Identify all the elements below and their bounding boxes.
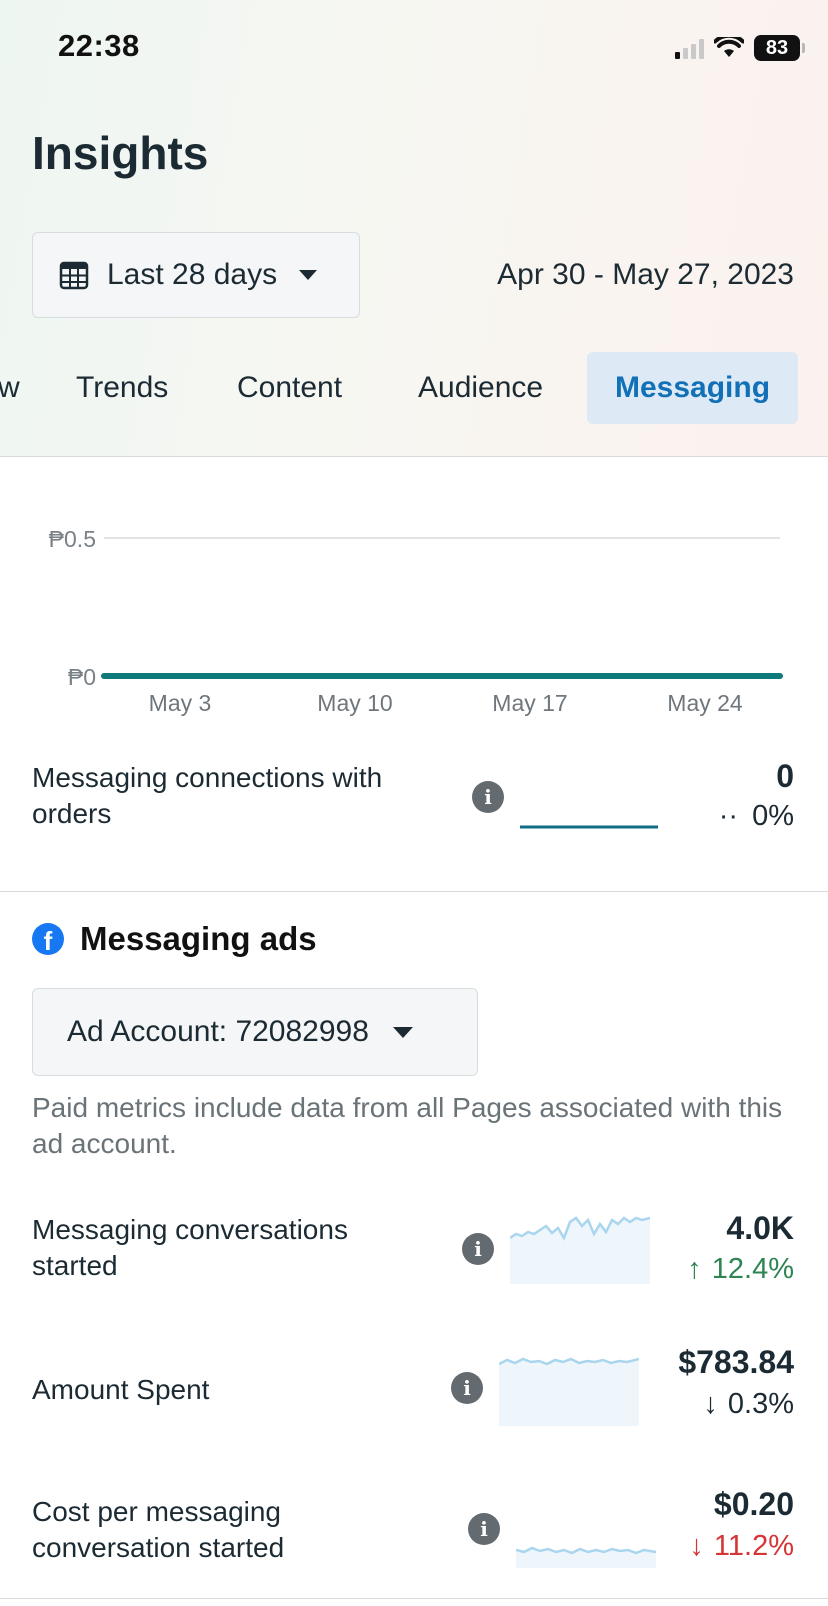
metric-row-connections: Messaging connections with orders i 0 ··… [0,756,828,846]
tab-overview[interactable]: w [0,352,20,424]
sparkline [510,1216,650,1284]
dots-icon: ·· [718,800,739,832]
signal-icon [675,37,704,59]
y-tick-label: ₱0.5 [49,526,96,552]
info-icon[interactable]: i [468,1513,500,1545]
metric-label: Cost per messaging conversation started [32,1496,285,1563]
metric-value: 0 [776,758,794,794]
arrow-down-icon: ↓ [689,1530,704,1562]
metric-change: ↓ 0.3% [703,1388,794,1421]
metric-label: Amount Spent [32,1374,210,1405]
caret-down-icon [392,1026,413,1038]
sparkline [499,1357,639,1426]
divider [0,1598,828,1599]
status-time: 22:38 [58,28,140,63]
metric-row-cost-per-conversation: Cost per messaging conversation started … [0,1486,828,1580]
facebook-icon: f [32,923,64,955]
status-icons: 83 [675,34,805,62]
x-tick-label: May 3 [149,690,212,716]
sparkline [516,1546,656,1568]
y-tick-label: ₱0 [68,664,96,690]
metric-change: ↑ 12.4% [687,1253,794,1286]
arrow-down-icon: ↓ [703,1388,718,1420]
page-title: Insights [32,127,209,179]
metric-change: ↓ 11.2% [689,1530,794,1563]
metric-change-value: 0% [752,800,794,832]
ad-account-dropdown[interactable]: Ad Account: 72082998 [32,988,478,1076]
metric-value: 4.0K [726,1210,794,1246]
tab-bar: w Trends Content Audience Messaging [0,352,828,424]
sparkline [520,825,658,829]
divider [0,891,828,892]
tab-audience[interactable]: Audience [418,352,543,424]
x-tick-label: May 17 [492,690,567,716]
arrow-up-icon: ↑ [687,1253,702,1285]
date-range-text: Apr 30 - May 27, 2023 [497,258,794,291]
battery-icon: 83 [754,35,805,61]
date-range-label: Last 28 days [107,258,278,291]
ad-account-label: Ad Account: 72082998 [67,1015,369,1048]
messaging-chart: ₱0.5 ₱0 May 3 May 10 May 17 May 24 [49,526,783,716]
metric-row-conversations: Messaging conversations started i 4.0K ↑… [0,1208,828,1298]
wifi-icon [714,37,744,57]
info-icon[interactable]: i [462,1233,494,1265]
calendar-icon [59,261,89,290]
metric-label: Messaging connections with orders [32,762,383,829]
metric-value: $0.20 [713,1486,794,1522]
x-tick-label: May 10 [317,690,392,716]
metric-change: ·· 0% [719,800,794,833]
x-tick-label: May 24 [667,690,743,716]
paid-metrics-note: Paid metrics include data from all Pages… [32,1092,783,1159]
metric-change-value: 11.2% [713,1530,794,1562]
info-icon[interactable]: i [472,781,504,813]
metric-row-amount-spent: Amount Spent i $783.84 ↓ 0.3% [0,1344,828,1440]
tab-content[interactable]: Content [237,352,342,424]
info-icon[interactable]: i [451,1372,483,1404]
caret-down-icon [299,270,318,280]
tab-trends[interactable]: Trends [76,352,168,424]
messaging-ads-header: f Messaging ads [32,920,317,958]
metric-label: Messaging conversations started [32,1214,348,1281]
date-range-dropdown[interactable]: Last 28 days [32,232,360,318]
metric-change-value: 0.3% [727,1388,794,1420]
section-title: Messaging ads [80,920,317,957]
metric-value: $783.84 [678,1344,794,1380]
tab-messaging[interactable]: Messaging [587,352,799,424]
metric-change-value: 12.4% [711,1253,794,1285]
